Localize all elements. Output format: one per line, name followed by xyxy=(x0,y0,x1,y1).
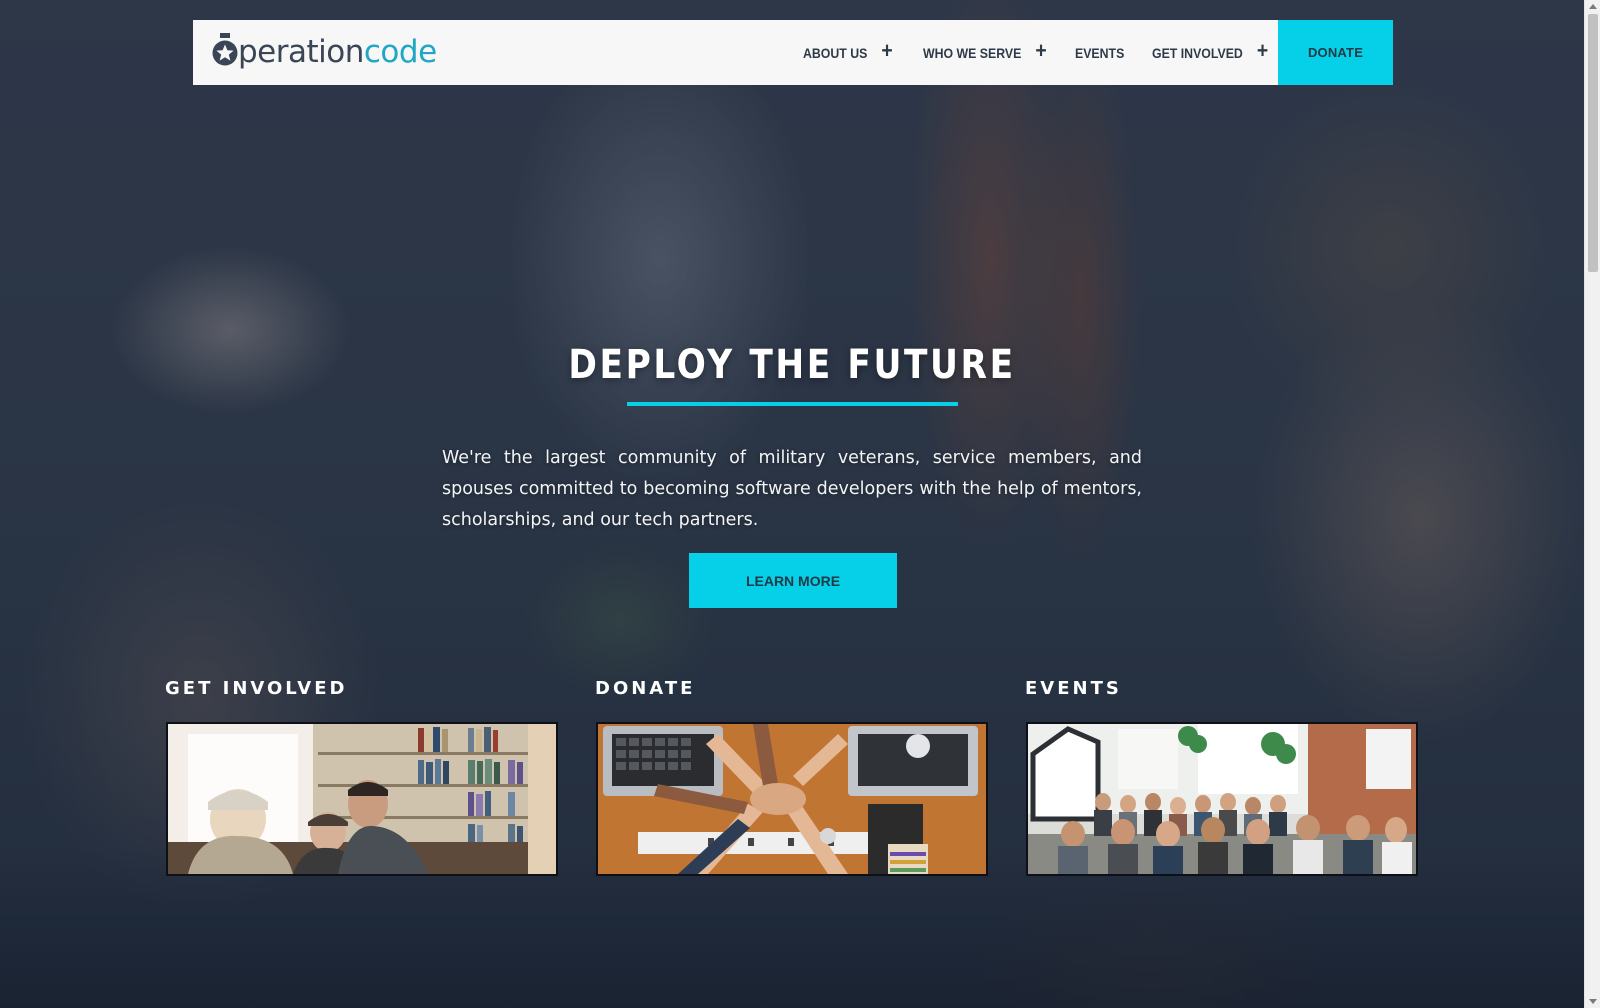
plus-expand-icon[interactable]: + xyxy=(881,39,892,62)
hero-description: We're the largest community of military … xyxy=(442,448,1142,530)
hero-title-text: DEPLOY THE FUTURE xyxy=(568,342,1016,388)
donate-image[interactable] xyxy=(596,722,988,876)
hero-title: DEPLOY THE FUTURE xyxy=(0,342,1584,388)
nav-item-get-involved[interactable]: GET INVOLVED + xyxy=(1152,20,1268,85)
nav-item-who-we-serve[interactable]: WHO WE SERVE + xyxy=(923,20,1047,85)
top-navigation-bar: perationcode ABOUT US + WHO WE SERVE + E… xyxy=(193,20,1393,85)
scroll-down-arrow-icon[interactable] xyxy=(1589,999,1597,1004)
scrollbar-thumb[interactable] xyxy=(1588,14,1598,272)
scroll-up-arrow-icon[interactable] xyxy=(1589,4,1597,9)
donate-button[interactable]: DONATE xyxy=(1278,20,1393,85)
nav-item-label: GET INVOLVED xyxy=(1152,44,1243,61)
hero-title-underline xyxy=(627,402,958,406)
card-title-get-involved: GET INVOLVED xyxy=(165,678,348,699)
audience-at-meetup-illustration xyxy=(1028,724,1416,874)
nav-item-label: WHO WE SERVE xyxy=(923,44,1022,61)
plus-expand-icon[interactable]: + xyxy=(1257,39,1268,62)
card-title-events: EVENTS xyxy=(1025,678,1122,699)
nav-item-label: EVENTS xyxy=(1075,44,1125,61)
plus-expand-icon[interactable]: + xyxy=(1035,39,1046,62)
nav-item-about-us[interactable]: ABOUT US + xyxy=(803,20,893,85)
learn-more-button[interactable]: LEARN MORE xyxy=(689,553,897,608)
nav-menu: ABOUT US + WHO WE SERVE + EVENTS GET INV… xyxy=(193,20,1278,85)
team-fist-bump-illustration xyxy=(598,724,986,874)
card-title-donate: DONATE xyxy=(595,678,696,699)
get-involved-image[interactable] xyxy=(166,722,558,876)
events-image[interactable] xyxy=(1026,722,1418,876)
page-scrollbar[interactable] xyxy=(1584,0,1600,1008)
nav-item-label: ABOUT US xyxy=(803,44,868,61)
people-collaborating-illustration xyxy=(168,724,556,874)
nav-item-events[interactable]: EVENTS xyxy=(1075,20,1124,85)
